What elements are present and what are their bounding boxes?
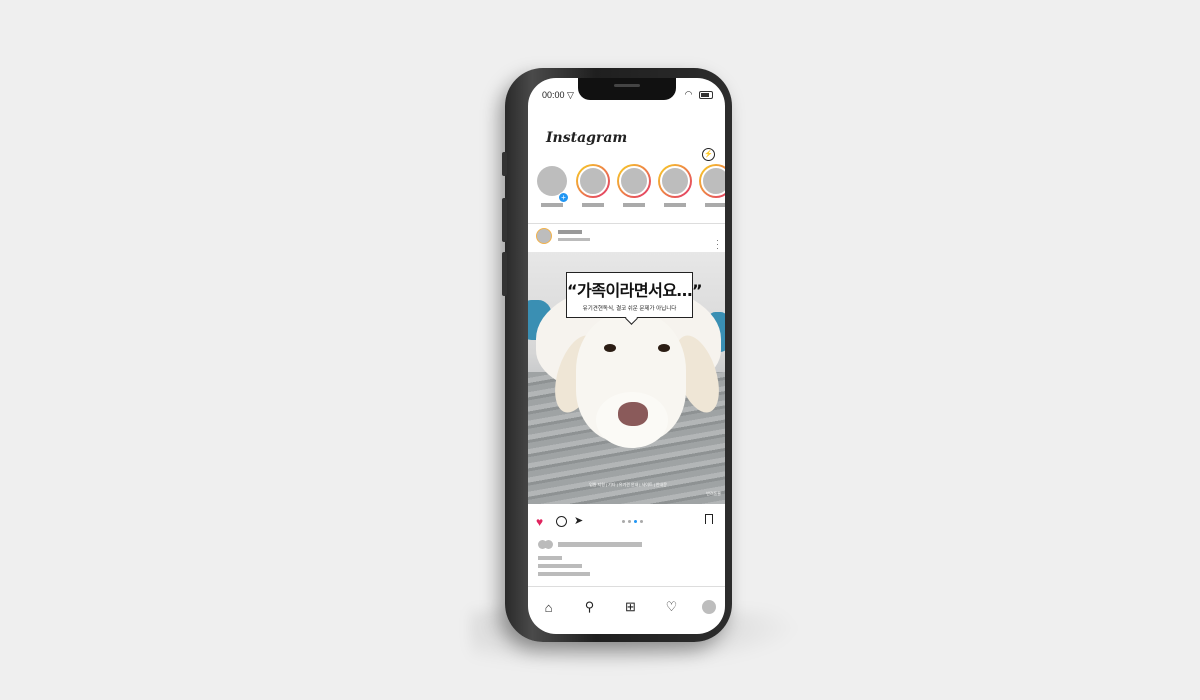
post-avatar[interactable]	[536, 228, 552, 244]
messenger-icon[interactable]: ⚡	[702, 148, 715, 161]
story-avatar	[578, 166, 608, 196]
story-name	[705, 203, 725, 207]
carousel-dot-active	[634, 520, 637, 523]
story-avatar	[660, 166, 690, 196]
liker-avatar	[544, 540, 553, 549]
more-options-icon[interactable]: · · ·	[716, 236, 719, 253]
dog-nose	[618, 402, 648, 426]
wifi-icon: ◠	[684, 89, 693, 99]
comment-icon[interactable]	[556, 516, 567, 527]
story-ring	[576, 164, 610, 198]
stories-divider	[528, 223, 725, 224]
add-post-icon[interactable]: ⊞	[620, 599, 642, 615]
likes-text	[558, 542, 642, 547]
caption-line	[538, 564, 582, 568]
tabbar-divider	[528, 586, 725, 587]
status-time: 00:00 ▽	[542, 90, 574, 100]
tab-bar: ⌂ ⚲ ⊞ ♡	[528, 596, 725, 618]
add-story-icon[interactable]: +	[558, 192, 569, 203]
carousel-indicator	[622, 520, 643, 523]
volume-down-button	[502, 252, 507, 296]
story-name	[541, 203, 563, 207]
carousel-dot	[640, 520, 643, 523]
brand-badge: 반려동물	[706, 491, 721, 496]
caption-line	[538, 556, 562, 560]
post-footer-text: 입원 지원 | 기타 | 유기견 안내 | 사이트 | 안내문	[589, 482, 667, 487]
story-item[interactable]	[616, 164, 652, 207]
post-image[interactable]: “가족이라면서요…” 유기견현독식, 결코 쉬운 문제가 아닙니다 입원 지원 …	[528, 252, 725, 504]
story-ring	[617, 164, 651, 198]
post-headline: “가족이라면서요…”	[567, 281, 703, 300]
mute-switch	[502, 152, 507, 176]
story-name	[582, 203, 604, 207]
carousel-dot	[628, 520, 631, 523]
bookmark-icon[interactable]	[705, 514, 713, 524]
heart-icon[interactable]: ♥	[536, 515, 543, 529]
story-item[interactable]	[698, 164, 725, 207]
story-name	[664, 203, 686, 207]
post-subline: 유기견현독식, 결코 쉬운 문제가 아닙니다	[582, 306, 677, 312]
story-item[interactable]	[657, 164, 693, 207]
story-avatar	[701, 166, 725, 196]
send-icon[interactable]: ➤	[574, 514, 583, 527]
profile-avatar[interactable]	[701, 600, 716, 614]
story-item[interactable]	[575, 164, 611, 207]
post-location	[558, 238, 590, 241]
dog-eye-right	[658, 344, 670, 352]
phone-screen: 00:00 ▽ ◠ Instagram ⚡ + · · · “가족이라면서요…”…	[528, 78, 725, 634]
story-ring	[658, 164, 692, 198]
dog-eye-left	[604, 344, 616, 352]
caption-line	[538, 572, 590, 576]
notch	[578, 78, 676, 100]
story-ring	[699, 164, 725, 198]
post-username[interactable]	[558, 230, 582, 234]
status-icons: ◠	[685, 89, 713, 100]
story-name	[623, 203, 645, 207]
volume-up-button	[502, 198, 507, 242]
post-actions: ♥ ➤	[536, 514, 717, 529]
search-icon[interactable]: ⚲	[579, 599, 601, 615]
instagram-logo[interactable]: Instagram	[546, 130, 627, 146]
carousel-dot	[622, 520, 625, 523]
speaker	[614, 84, 640, 87]
battery-icon	[699, 90, 713, 99]
speech-bubble: “가족이라면서요…” 유기견현독식, 결코 쉬운 문제가 아닙니다	[566, 272, 703, 318]
home-icon[interactable]: ⌂	[538, 600, 560, 615]
story-avatar	[619, 166, 649, 196]
activity-icon[interactable]: ♡	[661, 599, 683, 615]
